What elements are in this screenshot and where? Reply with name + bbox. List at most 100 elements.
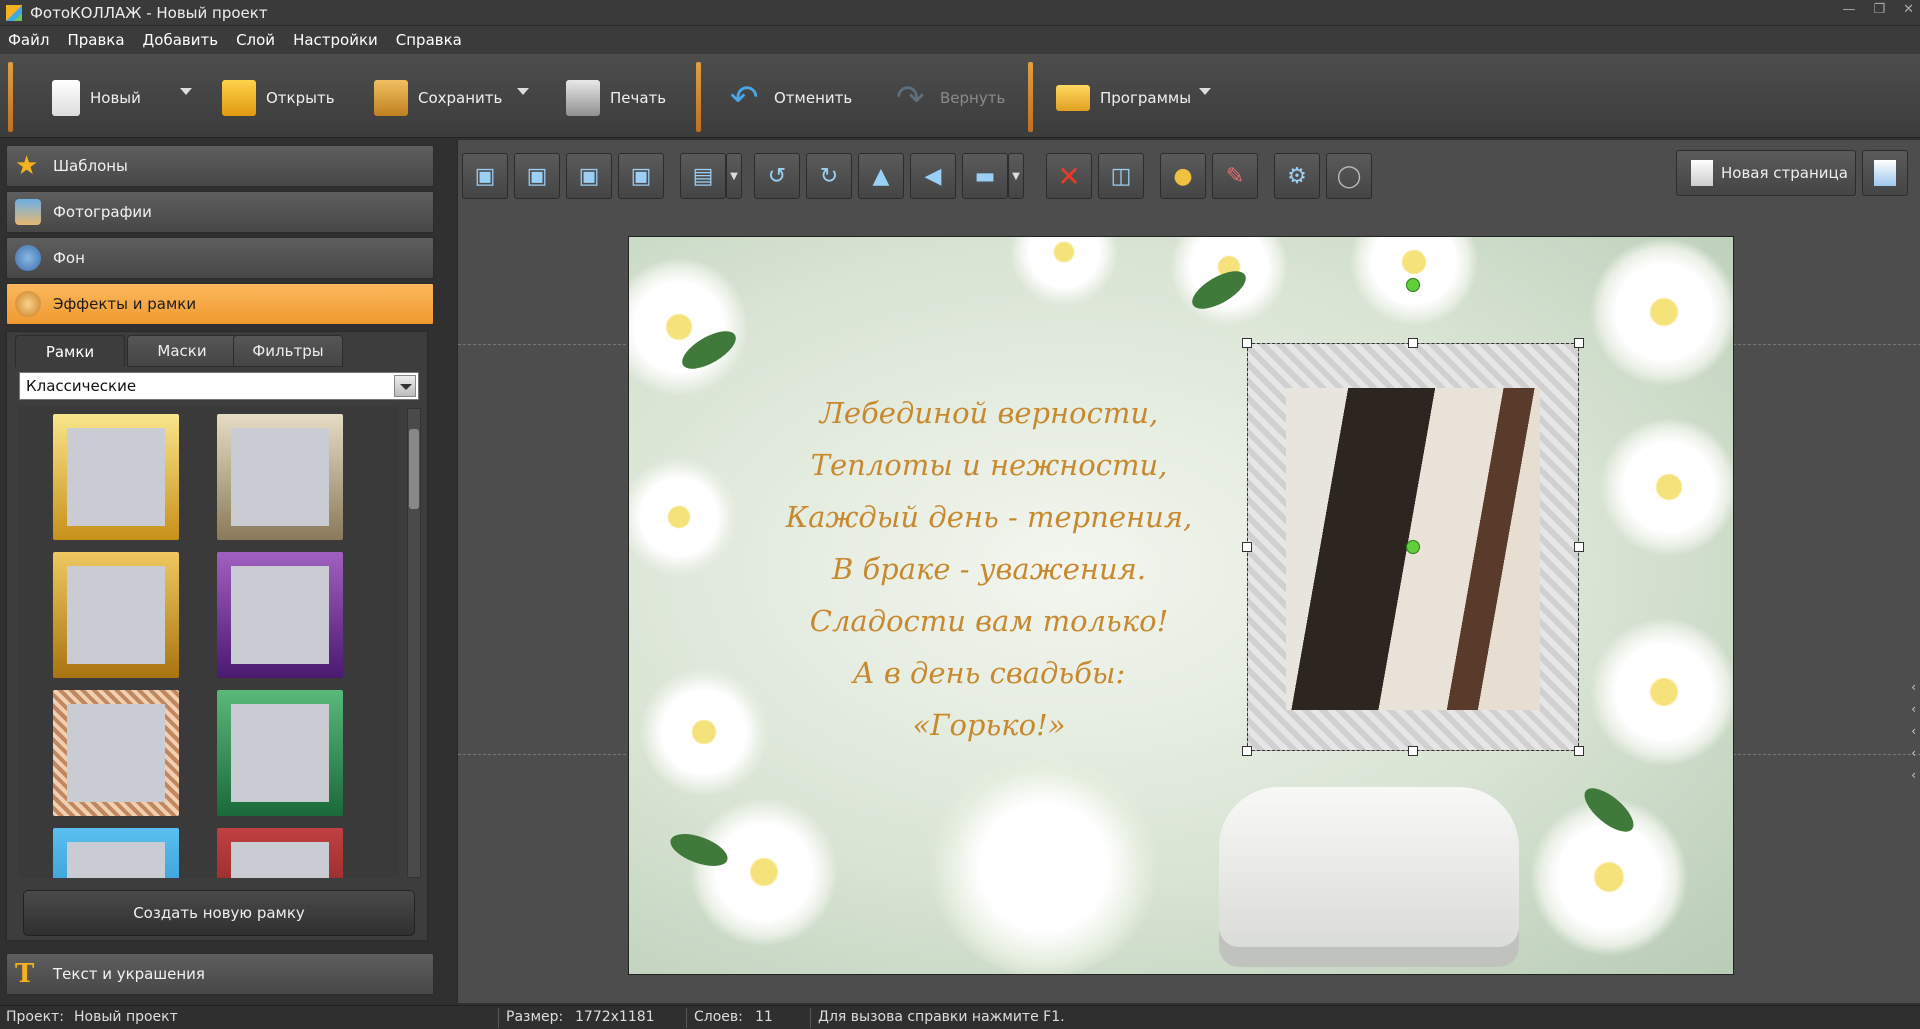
create-frame-button[interactable]: Создать новую рамку [23,890,415,936]
maximize-icon[interactable]: ❐ [1873,2,1885,17]
programs-dropdown-icon[interactable] [1199,88,1211,95]
frame-thumbnail[interactable] [217,552,343,678]
menu-file[interactable]: Файл [8,31,49,49]
resize-handle[interactable] [1408,338,1418,348]
align-dropdown-icon[interactable]: ▼ [726,153,742,199]
effects-icon[interactable]: ● [1160,153,1206,199]
title-bar: ФотоКОЛЛАЖ - Новый проект — ❐ ✕ [0,0,1920,26]
programs-label: Программы [1100,89,1192,107]
flower-decoration [629,257,749,397]
resize-handle[interactable] [1574,542,1584,552]
stretch-icon[interactable]: ▬ [962,153,1008,199]
editor-toolbar: ▣ ▣ ▣ ▣ ▤ ▼ ↺ ↻ ▲ ◀ ▬ ▼ ✕ ◫ ● ✎ ⚙ ◯ [462,146,1378,206]
poem-line: В браке - уважения. [831,552,1147,586]
resize-handle[interactable] [1242,338,1252,348]
collapse-arrows[interactable]: ‹ ‹ ‹ ‹ ‹ [1911,680,1916,782]
frames-scrollbar[interactable] [407,408,421,878]
frame-thumbnail[interactable] [53,690,179,816]
send-backward-icon[interactable]: ▣ [566,153,612,199]
bring-to-front-icon[interactable]: ▣ [462,153,508,199]
menu-settings[interactable]: Настройки [293,31,378,49]
paint-bucket-icon [15,245,41,271]
status-divider [498,1008,499,1028]
chevron-left-icon[interactable]: ‹ [1911,680,1916,694]
tab-masks[interactable]: Маски [127,335,237,367]
scrollbar-thumb[interactable] [409,429,419,509]
chevron-left-icon[interactable]: ‹ [1911,746,1916,760]
menu-bar: Файл Правка Добавить Слой Настройки Спра… [0,26,1920,54]
rotate-handle[interactable] [1406,278,1420,292]
palette-icon [15,291,41,317]
toolbar-separator [696,62,701,132]
minimize-icon[interactable]: — [1842,2,1855,17]
chevron-left-icon[interactable]: ‹ [1911,702,1916,716]
gear-icon[interactable]: ⚙ [1274,153,1320,199]
menu-layer[interactable]: Слой [236,31,275,49]
tab-frames[interactable]: Рамки [15,335,125,367]
resize-handle[interactable] [1574,338,1584,348]
frame-thumbnail[interactable] [217,414,343,540]
project-label: Проект: [6,1009,64,1025]
frame-thumbnail[interactable] [53,828,179,878]
resize-handle[interactable] [1408,746,1418,756]
flip-vertical-icon[interactable]: ◀ [910,153,956,199]
print-button[interactable]: Печать [566,68,666,128]
section-text[interactable]: T Текст и украшения [6,953,434,995]
poem-line: А в день свадьбы: «Горько!» [852,656,1126,742]
lock-icon[interactable]: ◯ [1326,153,1372,199]
section-templates[interactable]: ★ Шаблоны [6,145,434,187]
chevron-down-icon[interactable] [394,375,416,397]
save-button[interactable]: Сохранить [374,68,502,128]
rotate-right-icon[interactable]: ↻ [806,153,852,199]
close-icon[interactable]: ✕ [1903,2,1914,17]
poem-text[interactable]: Лебединой верности, Теплоты и нежности, … [779,387,1199,751]
open-button[interactable]: Открыть [222,68,335,128]
pipette-icon[interactable]: ✎ [1212,153,1258,199]
stretch-dropdown-icon[interactable]: ▼ [1008,153,1024,199]
left-sidebar: ★ Шаблоны Фотографии Фон Эффекты и рамки… [6,145,434,1005]
frame-thumbnail[interactable] [217,828,343,878]
collage-canvas[interactable]: Лебединой верности, Теплоты и нежности, … [628,236,1734,975]
menu-edit[interactable]: Правка [67,31,124,49]
chevron-left-icon[interactable]: ‹ [1911,768,1916,782]
section-label: Фон [53,249,85,267]
align-icon[interactable]: ▤ [680,153,726,199]
rotate-left-icon[interactable]: ↺ [754,153,800,199]
redo-label: Вернуть [940,89,1006,107]
redo-button[interactable]: ↷ Вернуть [896,68,1005,128]
send-to-back-icon[interactable]: ▣ [618,153,664,199]
menu-help[interactable]: Справка [396,31,462,49]
tab-filters[interactable]: Фильтры [233,335,343,367]
flip-horizontal-icon[interactable]: ▲ [858,153,904,199]
delete-icon[interactable]: ✕ [1046,153,1092,199]
page-settings-button[interactable] [1862,150,1908,196]
new-dropdown-icon[interactable] [180,88,192,95]
frame-thumbnail[interactable] [217,690,343,816]
save-icon [374,80,408,116]
chevron-left-icon[interactable]: ‹ [1911,724,1916,738]
undo-button[interactable]: ↶ Отменить [730,68,852,128]
center-handle[interactable] [1406,540,1420,554]
bring-forward-icon[interactable]: ▣ [514,153,560,199]
section-effects[interactable]: Эффекты и рамки [6,283,434,325]
redo-icon: ↷ [896,78,925,118]
section-photos[interactable]: Фотографии [6,191,434,233]
frame-thumbnail[interactable] [53,414,179,540]
effects-panel: Рамки Маски Фильтры Классические Создать… [6,331,428,941]
poem-line: Каждый день - терпения, [785,500,1193,534]
frames-gallery [19,406,399,878]
frame-category-value: Классические [26,377,137,395]
new-button[interactable]: Новый [52,68,141,128]
undo-label: Отменить [774,89,853,107]
frame-thumbnail[interactable] [53,552,179,678]
crop-icon[interactable]: ◫ [1098,153,1144,199]
frame-category-select[interactable]: Классические [19,372,419,400]
resize-handle[interactable] [1242,746,1252,756]
section-background[interactable]: Фон [6,237,434,279]
save-dropdown-icon[interactable] [517,88,529,95]
resize-handle[interactable] [1574,746,1584,756]
programs-button[interactable]: Программы [1056,68,1191,128]
resize-handle[interactable] [1242,542,1252,552]
new-page-button[interactable]: Новая страница [1676,150,1856,196]
menu-add[interactable]: Добавить [143,31,219,49]
